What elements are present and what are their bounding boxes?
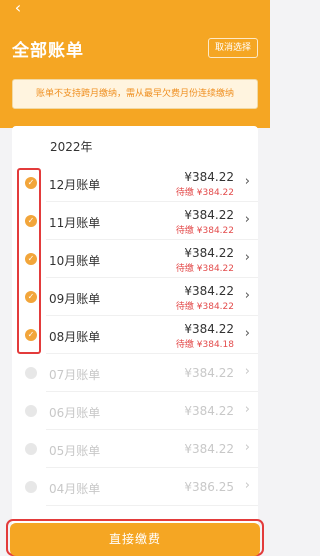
bill-month: 07月账单 [49, 368, 101, 382]
bill-amount: ¥384.22 [184, 170, 234, 184]
check-circle-icon[interactable] [25, 443, 37, 455]
bill-due: 待缴 ¥384.22 [175, 188, 234, 198]
chevron-right-icon[interactable]: › [245, 402, 250, 417]
notice-banner: 账单不支持跨月缴纳，需从最早欠费月份连续缴纳 [12, 79, 258, 109]
check-circle-icon[interactable] [25, 481, 37, 493]
row-divider [46, 505, 258, 506]
bill-month: 08月账单 [49, 330, 101, 344]
bill-due: 待缴 ¥384.22 [175, 264, 234, 274]
bill-amount: ¥384.22 [184, 284, 234, 298]
bill-due: 待缴 ¥384.18 [175, 340, 234, 350]
bill-month: 04月账单 [49, 482, 101, 496]
bill-month: 05月账单 [49, 444, 101, 458]
bill-amount: ¥384.22 [184, 208, 234, 222]
page-title: 全部账单 [12, 41, 84, 61]
bill-row[interactable]: ✓ 08月账单 ¥384.22 待缴 ¥384.18 › [12, 316, 258, 354]
chevron-right-icon[interactable]: › [245, 326, 250, 341]
check-circle-icon[interactable] [25, 367, 37, 379]
chevron-right-icon[interactable]: › [245, 212, 250, 227]
chevron-right-icon[interactable]: › [245, 478, 250, 493]
bill-row[interactable]: ✓ 09月账单 ¥384.22 待缴 ¥384.22 › [12, 278, 258, 316]
header: ‹ 全部账单 取消选择 账单不支持跨月缴纳，需从最早欠费月份连续缴纳 [0, 0, 270, 128]
cancel-select-button[interactable]: 取消选择 [207, 38, 258, 58]
bill-row[interactable]: 06月账单 ¥384.22 › [12, 392, 258, 430]
bill-row[interactable]: ✓ 12月账单 ¥384.22 待缴 ¥384.22 › [12, 164, 258, 202]
bill-month: 06月账单 [49, 406, 101, 420]
bill-list-card: 2022年 ✓ 12月账单 ¥384.22 待缴 ¥384.22 › ✓ 11月账单 ¥384… [12, 126, 258, 556]
chevron-right-icon[interactable]: › [245, 288, 250, 303]
bill-row[interactable]: 04月账单 ¥386.25 › [12, 468, 258, 506]
bill-amount: ¥384.22 [184, 442, 234, 456]
bill-month: 12月账单 [49, 178, 101, 192]
bill-due: 待缴 ¥384.22 [175, 226, 234, 236]
chevron-right-icon[interactable]: › [245, 364, 250, 379]
back-arrow-icon[interactable]: ‹ [6, 0, 30, 18]
check-circle-icon[interactable] [25, 405, 37, 417]
bill-amount: ¥384.22 [184, 322, 234, 336]
bill-month: 10月账单 [49, 254, 101, 268]
bill-amount: ¥386.25 [184, 480, 234, 494]
bill-amount: ¥384.22 [184, 366, 234, 380]
pay-now-button[interactable]: 直接缴费 [10, 523, 260, 556]
chevron-right-icon[interactable]: › [245, 174, 250, 189]
year-label: 2022年 [50, 140, 93, 154]
bill-due: 待缴 ¥384.22 [175, 302, 234, 312]
bill-amount: ¥384.22 [184, 246, 234, 260]
bill-row[interactable]: ✓ 10月账单 ¥384.22 待缴 ¥384.22 › [12, 240, 258, 278]
chevron-right-icon[interactable]: › [245, 250, 250, 265]
bill-row[interactable]: ✓ 11月账单 ¥384.22 待缴 ¥384.22 › [12, 202, 258, 240]
chevron-right-icon[interactable]: › [245, 440, 250, 455]
bill-amount: ¥384.22 [184, 404, 234, 418]
bill-month: 11月账单 [49, 216, 101, 230]
bill-month: 09月账单 [49, 292, 101, 306]
selection-highlight [17, 168, 41, 354]
bill-row[interactable]: 07月账单 ¥384.22 › [12, 354, 258, 392]
bill-row[interactable]: 05月账单 ¥384.22 › [12, 430, 258, 468]
